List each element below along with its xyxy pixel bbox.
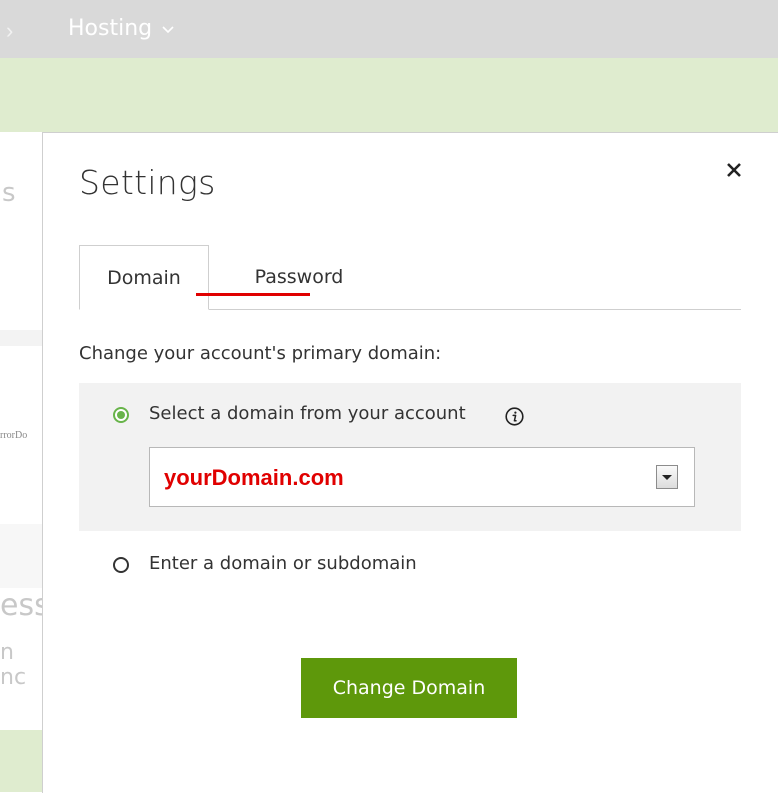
background-divider xyxy=(0,330,44,346)
page-header-band xyxy=(0,58,778,132)
breadcrumb-separator-icon: › xyxy=(6,18,14,43)
enter-domain-radio[interactable] xyxy=(113,557,129,573)
select-from-account-label[interactable]: Select a domain from your account xyxy=(149,403,466,424)
hosting-menu-label: Hosting xyxy=(68,16,153,41)
password-tab-annotation-underline xyxy=(196,293,310,296)
background-green-box xyxy=(0,730,44,792)
top-navigation-bar: › Hosting xyxy=(0,0,778,58)
hosting-menu[interactable]: Hosting xyxy=(68,16,174,41)
background-text-fragment: rrorDo xyxy=(0,430,28,441)
close-icon[interactable] xyxy=(723,159,745,181)
tab-password[interactable]: Password xyxy=(239,245,359,309)
enter-domain-label[interactable]: Enter a domain or subdomain xyxy=(149,553,417,574)
domain-select[interactable]: yourDomain.com xyxy=(149,447,695,507)
background-text-fragment: n nc xyxy=(0,640,27,690)
modal-title: Settings xyxy=(79,163,216,202)
dropdown-arrow-icon[interactable] xyxy=(656,465,678,489)
tab-domain[interactable]: Domain xyxy=(79,245,209,310)
domain-select-value: yourDomain.com xyxy=(164,465,344,490)
settings-modal: Settings Domain Password Change your acc… xyxy=(42,132,778,793)
info-icon[interactable] xyxy=(505,407,524,426)
background-text-fragment: s xyxy=(2,178,16,208)
change-domain-button[interactable]: Change Domain xyxy=(301,658,517,718)
tab-domain-label: Domain xyxy=(107,266,181,289)
settings-tabs: Domain Password xyxy=(79,245,741,310)
background-panel xyxy=(0,524,44,588)
tab-password-label: Password xyxy=(254,266,344,288)
instruction-text: Change your account's primary domain: xyxy=(79,343,442,364)
account-domain-option-panel: Select a domain from your account yourDo… xyxy=(79,383,741,531)
background-page-content: s rrorDo ess n nc xyxy=(0,132,50,792)
select-from-account-radio[interactable] xyxy=(113,407,129,423)
chevron-down-icon xyxy=(162,25,174,33)
